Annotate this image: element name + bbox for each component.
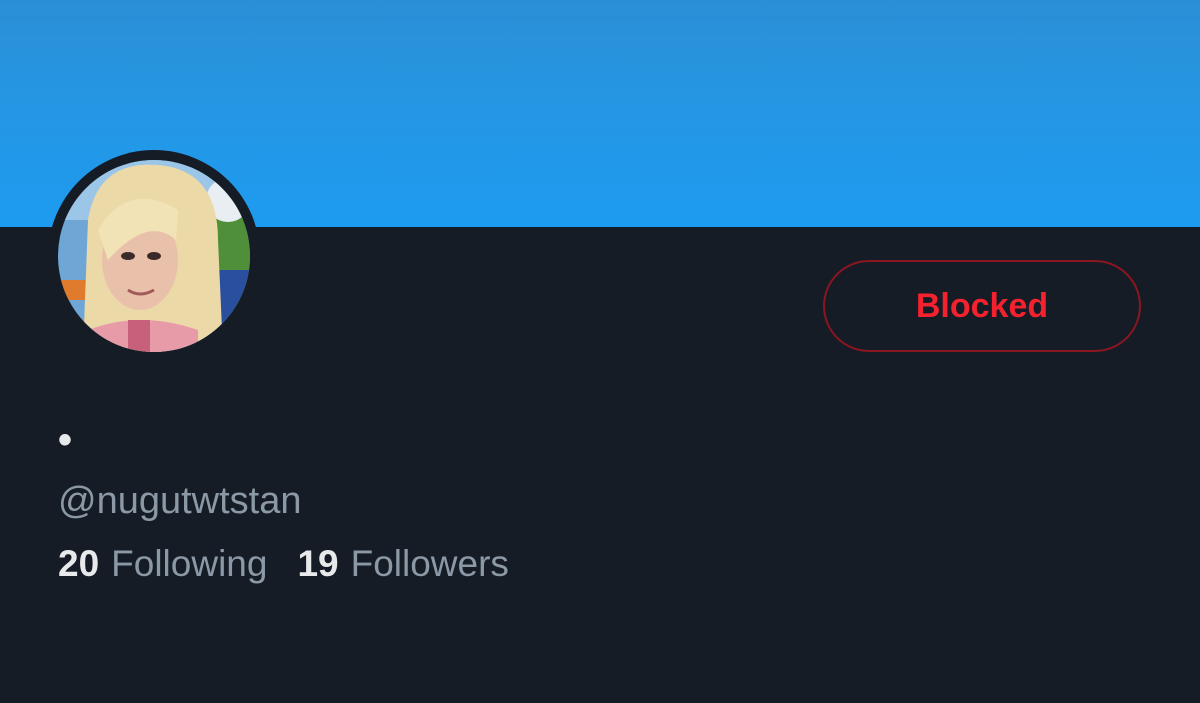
following-label: Following (111, 543, 268, 584)
profile-page: Blocked • @nugutwtstan 20 Following 19 F… (0, 0, 1200, 703)
followers-link[interactable]: 19 Followers (297, 541, 508, 587)
avatar[interactable] (58, 160, 250, 352)
avatar-photo (58, 160, 250, 352)
profile-stats: 20 Following 19 Followers (58, 541, 509, 587)
followers-label: Followers (350, 543, 509, 584)
display-name: • (58, 418, 73, 462)
following-count: 20 (58, 543, 100, 584)
followers-count: 19 (297, 543, 339, 584)
blocked-button[interactable]: Blocked (823, 260, 1141, 352)
avatar-ring (48, 150, 260, 362)
following-link[interactable]: 20 Following (58, 541, 267, 587)
profile-handle: @nugutwtstan (58, 480, 302, 522)
